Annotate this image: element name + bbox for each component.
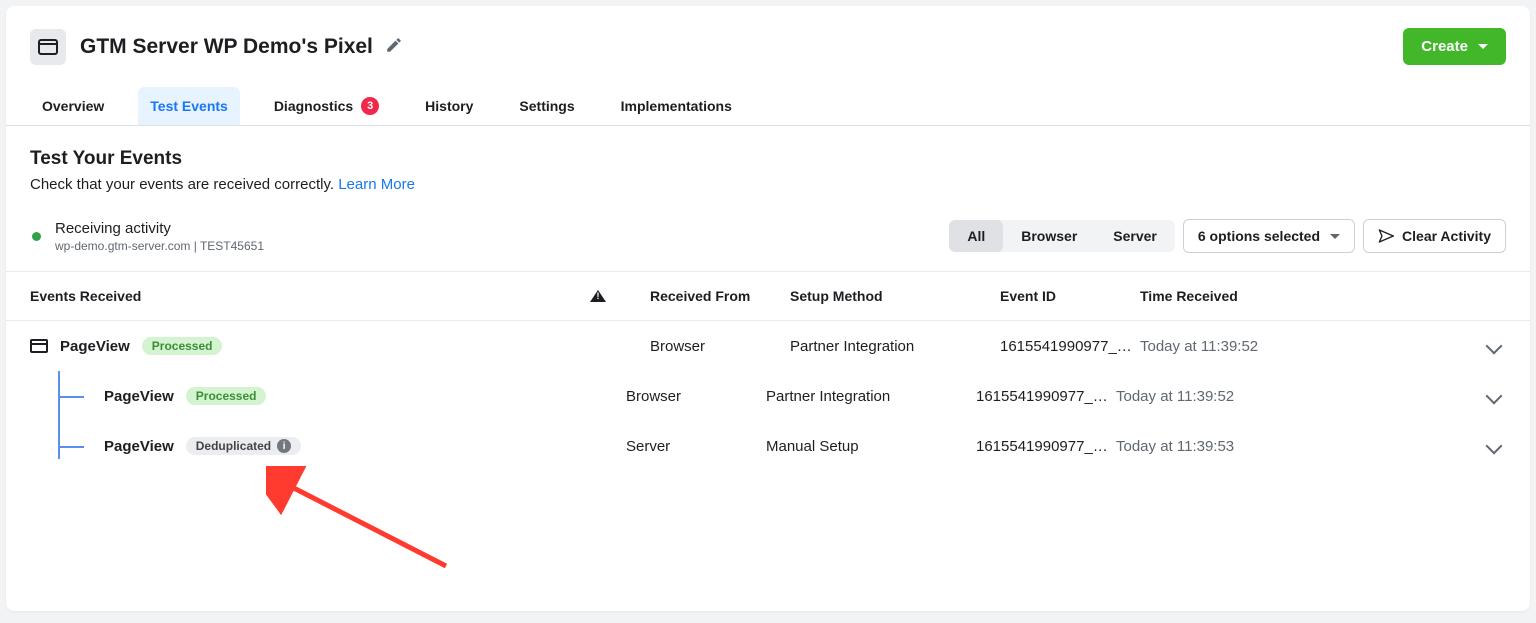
events-table-header: Events Received Received From Setup Meth… xyxy=(6,272,1530,321)
section-intro: Test Your Events Check that your events … xyxy=(6,126,1530,201)
activity-sub: wp-demo.gtm-server.com | TEST45651 xyxy=(55,239,264,253)
activity-status-dot xyxy=(32,232,41,241)
activity-label: Receiving activity xyxy=(55,220,264,237)
page-title: GTM Server WP Demo's Pixel xyxy=(80,35,373,59)
annotation-arrow xyxy=(266,466,456,576)
cell-time: Today at 11:39:52 xyxy=(1116,388,1376,405)
event-name: PageView xyxy=(104,438,174,455)
clear-activity-label: Clear Activity xyxy=(1402,228,1491,244)
event-name: PageView xyxy=(104,388,174,405)
cell-setup-method: Partner Integration xyxy=(790,338,1000,355)
tab-test-events[interactable]: Test Events xyxy=(138,87,240,125)
activity-row: Receiving activity wp-demo.gtm-server.co… xyxy=(6,201,1530,272)
col-event-id: Event ID xyxy=(1000,288,1140,304)
cell-event-id: 1615541990977_… xyxy=(1000,338,1140,355)
event-row-parent[interactable]: PageView Processed Browser Partner Integ… xyxy=(6,321,1530,371)
filter-browser[interactable]: Browser xyxy=(1003,220,1095,252)
warning-icon xyxy=(590,290,606,302)
tab-diagnostics[interactable]: Diagnostics 3 xyxy=(262,87,391,125)
col-warning xyxy=(590,290,650,302)
options-select[interactable]: 6 options selected xyxy=(1183,219,1355,253)
filter-all[interactable]: All xyxy=(949,220,1003,252)
cell-event-id: 1615541990977_… xyxy=(976,388,1116,405)
chevron-down-icon[interactable] xyxy=(1486,388,1503,405)
col-time-received: Time Received xyxy=(1140,288,1400,304)
source-filter-group: All Browser Server xyxy=(949,220,1175,252)
cell-received-from: Browser xyxy=(626,388,766,405)
event-row-child[interactable]: PageView Processed Browser Partner Integ… xyxy=(58,371,1530,421)
cell-time: Today at 11:39:53 xyxy=(1116,438,1376,455)
tab-settings[interactable]: Settings xyxy=(507,87,586,125)
filter-server[interactable]: Server xyxy=(1095,220,1175,252)
tab-overview[interactable]: Overview xyxy=(30,87,116,125)
tree-line-horizontal xyxy=(58,446,84,448)
status-badge-deduplicated: Deduplicated i xyxy=(186,437,301,455)
caret-down-icon xyxy=(1478,44,1488,49)
chevron-down-icon[interactable] xyxy=(1486,438,1503,455)
tab-implementations[interactable]: Implementations xyxy=(609,87,744,125)
tab-diagnostics-label: Diagnostics xyxy=(274,98,353,114)
chevron-down-icon[interactable] xyxy=(1486,338,1503,355)
caret-down-icon xyxy=(1330,234,1340,239)
cell-setup-method: Manual Setup xyxy=(766,438,976,455)
status-badge-processed: Processed xyxy=(186,387,267,405)
section-subtitle: Check that your events are received corr… xyxy=(30,176,1506,193)
tab-history[interactable]: History xyxy=(413,87,485,125)
browser-icon xyxy=(30,339,48,353)
cell-event-id: 1615541990977_… xyxy=(976,438,1116,455)
options-select-label: 6 options selected xyxy=(1198,228,1320,244)
cell-received-from: Server xyxy=(626,438,766,455)
cell-received-from: Browser xyxy=(650,338,790,355)
section-title: Test Your Events xyxy=(30,148,1506,170)
col-events-received: Events Received xyxy=(30,288,590,304)
col-setup-method: Setup Method xyxy=(790,288,1000,304)
cell-setup-method: Partner Integration xyxy=(766,388,976,405)
event-name: PageView xyxy=(60,338,130,355)
create-button[interactable]: Create xyxy=(1403,28,1506,65)
clear-icon xyxy=(1378,228,1394,244)
col-received-from: Received From xyxy=(650,288,790,304)
edit-icon[interactable] xyxy=(385,36,403,57)
event-children: PageView Processed Browser Partner Integ… xyxy=(58,371,1530,471)
tree-line-horizontal xyxy=(58,396,84,398)
status-badge-processed: Processed xyxy=(142,337,223,355)
tabs-bar: Overview Test Events Diagnostics 3 Histo… xyxy=(6,75,1530,126)
event-row-child[interactable]: PageView Deduplicated i Server Manual Se… xyxy=(58,421,1530,471)
cell-time: Today at 11:39:52 xyxy=(1140,338,1400,355)
page-container: GTM Server WP Demo's Pixel Create Overvi… xyxy=(6,6,1530,611)
create-button-label: Create xyxy=(1421,38,1468,55)
learn-more-link[interactable]: Learn More xyxy=(338,176,415,193)
pixel-icon xyxy=(30,29,66,65)
info-icon[interactable]: i xyxy=(277,439,291,453)
activity-info: Receiving activity wp-demo.gtm-server.co… xyxy=(55,220,264,253)
diagnostics-badge: 3 xyxy=(361,97,379,115)
clear-activity-button[interactable]: Clear Activity xyxy=(1363,219,1506,253)
page-header: GTM Server WP Demo's Pixel Create xyxy=(6,6,1530,69)
